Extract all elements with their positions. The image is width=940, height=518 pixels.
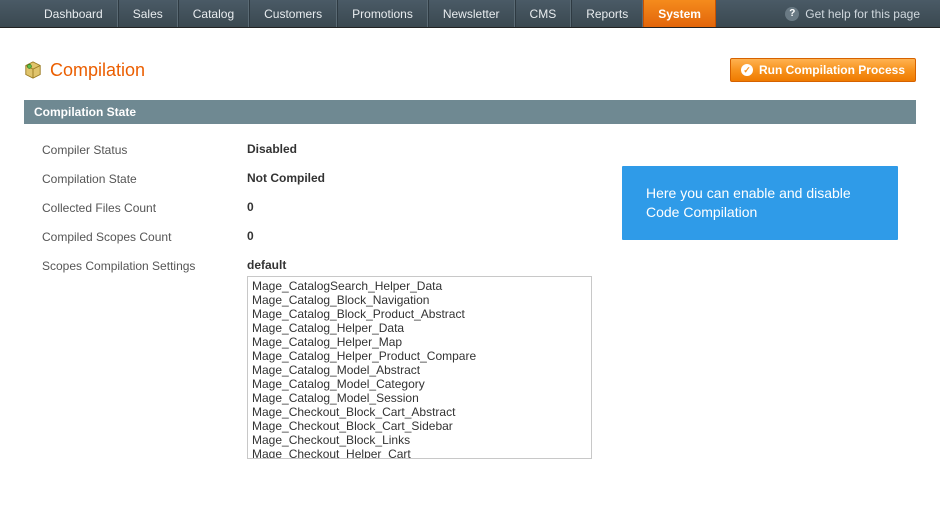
page-header: Compilation ✓ Run Compilation Process: [24, 58, 916, 82]
scopes-list-item[interactable]: Mage_Checkout_Block_Cart_Abstract: [252, 405, 587, 419]
scopes-list-item[interactable]: Mage_Checkout_Block_Cart_Sidebar: [252, 419, 587, 433]
scopes-list-item[interactable]: Mage_Catalog_Helper_Data: [252, 321, 587, 335]
row-collected-files: Collected Files Count 0: [42, 200, 592, 215]
scopes-list-item[interactable]: Mage_Catalog_Model_Category: [252, 377, 587, 391]
help-link[interactable]: ? Get help for this page: [777, 0, 928, 27]
label-scopes-settings: Scopes Compilation Settings: [42, 258, 247, 273]
top-nav: DashboardSalesCatalogCustomersPromotions…: [0, 0, 940, 28]
content-left: Compiler Status Disabled Compilation Sta…: [42, 142, 592, 473]
nav-item-dashboard[interactable]: Dashboard: [30, 0, 118, 27]
page-title: Compilation: [50, 60, 145, 81]
nav-item-catalog[interactable]: Catalog: [178, 0, 249, 27]
nav-item-newsletter[interactable]: Newsletter: [428, 0, 515, 27]
check-icon: ✓: [741, 64, 753, 76]
value-compilation-state: Not Compiled: [247, 171, 592, 185]
scopes-list-item[interactable]: Mage_Catalog_Helper_Product_Compare: [252, 349, 587, 363]
scopes-list-item[interactable]: Mage_Catalog_Block_Navigation: [252, 293, 587, 307]
run-button-label: Run Compilation Process: [759, 63, 905, 77]
label-compilation-state: Compilation State: [42, 171, 247, 186]
content-right: Here you can enable and disable Code Com…: [622, 142, 898, 473]
label-compiler-status: Compiler Status: [42, 142, 247, 157]
row-compiler-status: Compiler Status Disabled: [42, 142, 592, 157]
label-compiled-scopes: Compiled Scopes Count: [42, 229, 247, 244]
scopes-default-value: default: [247, 258, 286, 272]
scopes-list-item[interactable]: Mage_Catalog_Model_Session: [252, 391, 587, 405]
value-scopes-settings: default Mage_CatalogSearch_Helper_DataMa…: [247, 258, 592, 459]
content-wrap: Compiler Status Disabled Compilation Sta…: [24, 124, 916, 473]
scopes-listbox[interactable]: Mage_CatalogSearch_Helper_DataMage_Catal…: [247, 276, 592, 459]
help-icon: ?: [785, 7, 799, 21]
info-callout: Here you can enable and disable Code Com…: [622, 166, 898, 240]
value-compiler-status: Disabled: [247, 142, 592, 156]
value-collected-files: 0: [247, 200, 592, 214]
label-collected-files: Collected Files Count: [42, 200, 247, 215]
scopes-list-item[interactable]: Mage_Checkout_Helper_Cart: [252, 447, 587, 459]
run-compilation-button[interactable]: ✓ Run Compilation Process: [730, 58, 916, 82]
value-compiled-scopes: 0: [247, 229, 592, 243]
row-scopes-settings: Scopes Compilation Settings default Mage…: [42, 258, 592, 459]
scopes-list-item[interactable]: Mage_Catalog_Helper_Map: [252, 335, 587, 349]
nav-item-promotions[interactable]: Promotions: [337, 0, 428, 27]
scopes-list-item[interactable]: Mage_Checkout_Block_Links: [252, 433, 587, 447]
scopes-list-item[interactable]: Mage_Catalog_Block_Product_Abstract: [252, 307, 587, 321]
nav-item-sales[interactable]: Sales: [118, 0, 178, 27]
package-icon: [24, 61, 42, 79]
nav-item-cms[interactable]: CMS: [515, 0, 572, 27]
row-compilation-state: Compilation State Not Compiled: [42, 171, 592, 186]
nav-item-system[interactable]: System: [643, 0, 716, 27]
help-label: Get help for this page: [805, 7, 920, 21]
scopes-list-item[interactable]: Mage_CatalogSearch_Helper_Data: [252, 279, 587, 293]
nav-item-reports[interactable]: Reports: [571, 0, 643, 27]
page-body: Compilation ✓ Run Compilation Process Co…: [0, 28, 940, 493]
row-compiled-scopes: Compiled Scopes Count 0: [42, 229, 592, 244]
scopes-list-item[interactable]: Mage_Catalog_Model_Abstract: [252, 363, 587, 377]
nav-item-customers[interactable]: Customers: [249, 0, 337, 27]
section-header: Compilation State: [24, 100, 916, 124]
